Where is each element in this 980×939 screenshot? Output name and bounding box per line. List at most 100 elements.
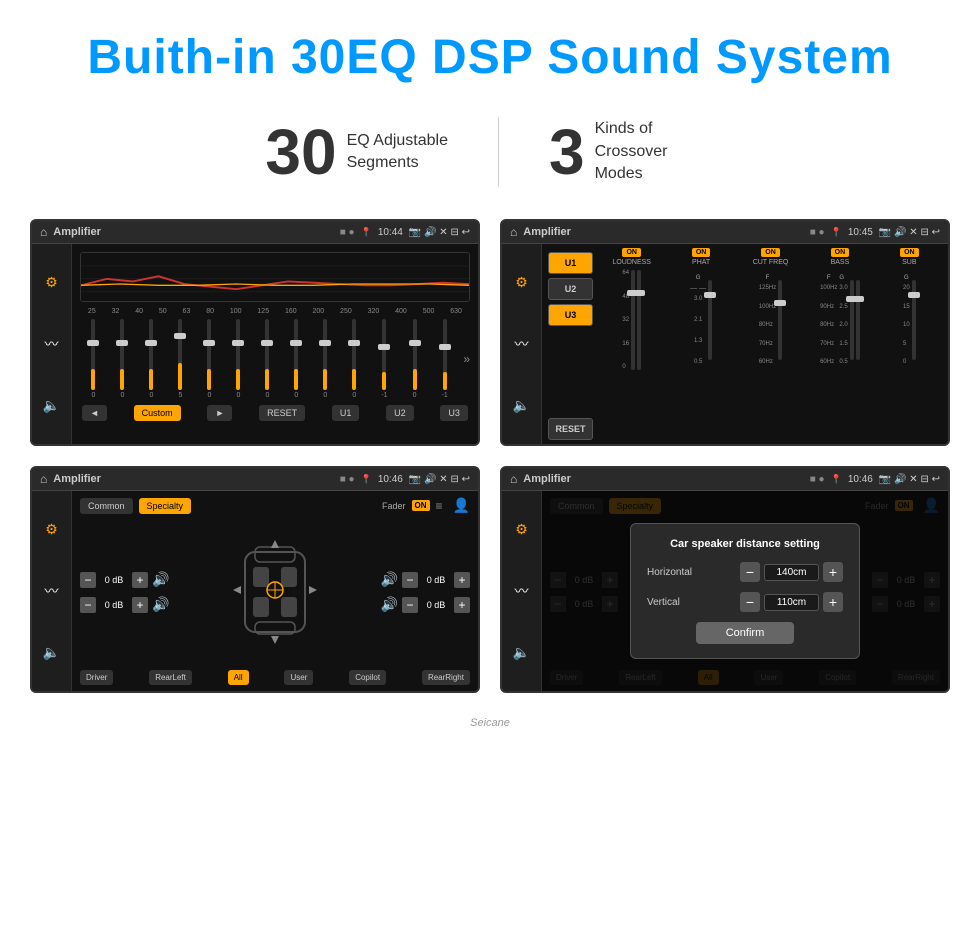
stats-row: 30 EQ AdjustableSegments 3 Kinds ofCross… xyxy=(0,105,980,219)
eq-reset-btn[interactable]: RESET xyxy=(259,405,305,421)
crossover-sidebar: ⚙ 〰 🔈 xyxy=(502,244,542,444)
dialog-main: Common Specialty Fader ON 👤 − 0 dB + xyxy=(542,491,948,691)
fader-label: Fader xyxy=(382,501,406,511)
fader-on-badge[interactable]: ON xyxy=(412,500,430,511)
eq-prev-btn[interactable]: ◄ xyxy=(82,405,107,421)
dialog-sidebar-2[interactable]: 〰 xyxy=(515,581,529,601)
eq-main: 253240 506380 100125160 200250320 400500… xyxy=(72,244,478,444)
db1-value: 0 dB xyxy=(100,575,128,585)
home-icon-4[interactable]: ⌂ xyxy=(510,472,517,486)
phat-on[interactable]: ON xyxy=(692,248,711,257)
loudness-on[interactable]: ON xyxy=(622,248,641,257)
watermark: Seicane xyxy=(0,713,980,739)
driver-btn[interactable]: Driver xyxy=(80,670,113,685)
crossover-sidebar-2[interactable]: 〰 xyxy=(515,334,529,354)
stat-eq: 30 EQ AdjustableSegments xyxy=(215,115,498,189)
dialog-sidebar-1[interactable]: ⚙ xyxy=(515,521,528,538)
db2-minus[interactable]: − xyxy=(80,597,96,613)
crossover-icons-left: ■ ● xyxy=(810,227,825,238)
cutfreq-on[interactable]: ON xyxy=(761,248,780,257)
position-buttons: Driver RearLeft All User Copilot RearRig… xyxy=(80,670,470,685)
eq-bottom: ◄ Custom ► RESET U1 U2 U3 xyxy=(80,405,470,421)
crossover-screen: ⌂ Amplifier ■ ● 📍 10:45 📷 🔊 ✕ ⊟ ↩ ⚙ 〰 🔈 … xyxy=(500,219,950,446)
eq-sidebar-icon2[interactable]: 〰 xyxy=(45,334,59,354)
eq-slider-4: 5 xyxy=(178,319,182,399)
rearright-btn[interactable]: RearRight xyxy=(422,670,470,685)
channel-bass: ON BASS F 100Hz90Hz80Hz70Hz60Hz G xyxy=(807,248,872,440)
rearleft-btn[interactable]: RearLeft xyxy=(149,670,192,685)
crossover-u3-btn[interactable]: U3 xyxy=(548,304,593,326)
bass-on[interactable]: ON xyxy=(831,248,850,257)
eq-slider-6: 0 xyxy=(236,319,240,399)
eq-play-btn[interactable]: ► xyxy=(207,405,232,421)
dialog-body: ⚙ 〰 🔈 Common Specialty Fader ON 👤 xyxy=(502,491,948,691)
eq-sidebar-icon3[interactable]: 🔈 xyxy=(43,397,60,414)
dialog-icons-left: ■ ● xyxy=(810,474,825,485)
sub-on[interactable]: ON xyxy=(900,248,919,257)
eq-slider-9: 0 xyxy=(323,319,327,399)
horizontal-row: Horizontal − 140cm + xyxy=(647,562,843,582)
vertical-plus-btn[interactable]: + xyxy=(823,592,843,612)
eq-slider-11: -1 xyxy=(381,319,387,399)
db1-minus[interactable]: − xyxy=(80,572,96,588)
vertical-minus-btn[interactable]: − xyxy=(740,592,760,612)
spec-sidebar-2[interactable]: 〰 xyxy=(45,581,59,601)
dialog-top-icons: 📷 🔊 ✕ ⊟ ↩ xyxy=(879,474,940,485)
db3-minus[interactable]: − xyxy=(402,572,418,588)
home-icon[interactable]: ⌂ xyxy=(40,225,47,239)
crossover-reset-btn[interactable]: RESET xyxy=(548,418,593,440)
horizontal-plus-btn[interactable]: + xyxy=(823,562,843,582)
user-btn[interactable]: User xyxy=(284,670,313,685)
eq-slider-7: 0 xyxy=(265,319,269,399)
db3-plus[interactable]: + xyxy=(454,572,470,588)
crossover-top-icons: 📷 🔊 ✕ ⊟ ↩ xyxy=(879,227,940,238)
confirm-button[interactable]: Confirm xyxy=(696,622,795,644)
specialty-header: ⌂ Amplifier ■ ● 📍 10:46 📷 🔊 ✕ ⊟ ↩ xyxy=(32,468,478,491)
crossover-sidebar-3[interactable]: 🔈 xyxy=(513,397,530,414)
specialty-tab[interactable]: Specialty xyxy=(139,498,192,514)
db4-plus[interactable]: + xyxy=(454,597,470,613)
dialog-header: ⌂ Amplifier ■ ● 📍 10:46 📷 🔊 ✕ ⊟ ↩ xyxy=(502,468,948,491)
crossover-u2-btn[interactable]: U2 xyxy=(548,278,593,300)
crossover-sidebar-1[interactable]: ⚙ xyxy=(515,274,528,291)
dialog-heading: Car speaker distance setting xyxy=(647,538,843,550)
copilot-btn[interactable]: Copilot xyxy=(349,670,386,685)
specialty-tabs-row: Common Specialty Fader ON ≡ 👤 xyxy=(80,497,470,514)
vertical-label: Vertical xyxy=(647,597,707,608)
channel-loudness: ON LOUDNESS 644832160 xyxy=(599,248,664,440)
eq-icons: ■ ● xyxy=(340,227,355,238)
db2-plus[interactable]: + xyxy=(132,597,148,613)
eq-screen: ⌂ Amplifier ■ ● 📍 10:44 📷 🔊 ✕ ⊟ ↩ ⚙ 〰 🔈 xyxy=(30,219,480,446)
spec-sidebar-3[interactable]: 🔈 xyxy=(43,644,60,661)
dialog-screen: ⌂ Amplifier ■ ● 📍 10:46 📷 🔊 ✕ ⊟ ↩ ⚙ 〰 🔈 … xyxy=(500,466,950,693)
db1-plus[interactable]: + xyxy=(132,572,148,588)
speaker-rl: 🔊 xyxy=(152,596,169,613)
home-icon-3[interactable]: ⌂ xyxy=(40,472,47,486)
vertical-row: Vertical − 110cm + xyxy=(647,592,843,612)
eq-slider-12: 0 xyxy=(413,319,417,399)
eq-custom-btn[interactable]: Custom xyxy=(134,405,181,421)
common-tab[interactable]: Common xyxy=(80,498,133,514)
dialog-sidebar: ⚙ 〰 🔈 xyxy=(502,491,542,691)
db2-value: 0 dB xyxy=(100,600,128,610)
eq-freq-labels: 253240 506380 100125160 200250320 400500… xyxy=(80,308,470,315)
home-icon-2[interactable]: ⌂ xyxy=(510,225,517,239)
horizontal-minus-btn[interactable]: − xyxy=(740,562,760,582)
db-control-2: − 0 dB + 🔊 xyxy=(80,596,169,613)
db4-value: 0 dB xyxy=(422,600,450,610)
specialty-body: ⚙ 〰 🔈 Common Specialty Fader ON ≡ 👤 xyxy=(32,491,478,691)
dialog-sidebar-3[interactable]: 🔈 xyxy=(513,644,530,661)
horizontal-value: 140cm xyxy=(764,564,819,581)
eq-sidebar-icon1[interactable]: ⚙ xyxy=(45,274,58,291)
eq-u2-btn[interactable]: U2 xyxy=(386,405,414,421)
spec-sidebar-1[interactable]: ⚙ xyxy=(45,521,58,538)
eq-u1-btn[interactable]: U1 xyxy=(332,405,360,421)
vertical-control: − 110cm + xyxy=(740,592,843,612)
eq-u3-btn[interactable]: U3 xyxy=(440,405,468,421)
loudness-sliders: 644832160 xyxy=(622,270,641,370)
all-btn[interactable]: All xyxy=(228,670,249,685)
fader-icon: ≡ xyxy=(436,499,443,513)
eq-more-arrows[interactable]: » xyxy=(463,319,470,399)
crossover-u1-btn[interactable]: U1 xyxy=(548,252,593,274)
db4-minus[interactable]: − xyxy=(402,597,418,613)
